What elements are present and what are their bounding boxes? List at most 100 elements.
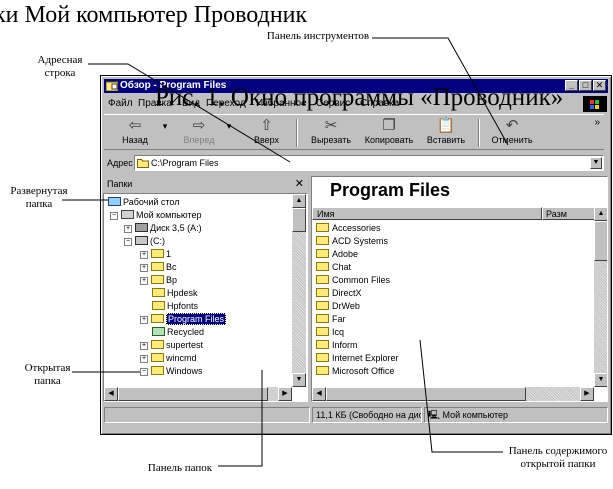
menu-file[interactable]: Файл	[108, 96, 133, 112]
expand-icon[interactable]: +	[140, 277, 148, 285]
list-item[interactable]: Icq	[316, 326, 344, 339]
maximize-button[interactable]: □	[579, 80, 592, 91]
scroll-up-icon[interactable]: ▲	[292, 194, 306, 208]
tree-node-folder[interactable]: + supertest	[140, 339, 203, 352]
folder-tree-horizontal-scrollbar[interactable]: ◀ ▶	[104, 387, 292, 401]
tree-node-my-computer[interactable]: − Мой компьютер	[110, 209, 202, 222]
toolbar-separator	[478, 119, 480, 147]
status-empty	[104, 407, 310, 423]
scroll-down-icon[interactable]: ▼	[594, 373, 607, 387]
floppy-icon	[135, 223, 148, 232]
folder-icon	[316, 366, 329, 375]
tree-node-program-files[interactable]: + Program Files	[140, 313, 227, 326]
status-location: 🖳 Мой компьютер	[424, 407, 608, 423]
tree-node-folder[interactable]: + Bp	[140, 274, 177, 287]
folder-tree: Рабочий стол − Мой компьютер + Диск 3,5 (A…	[103, 193, 308, 402]
list-item[interactable]: Far	[316, 313, 346, 326]
toolbar-overflow-icon[interactable]: »	[594, 117, 600, 128]
list-item[interactable]: Adobe	[316, 248, 358, 261]
list-item[interactable]: Inform	[316, 339, 358, 352]
collapse-icon[interactable]: −	[110, 212, 118, 220]
tree-node-folder[interactable]: + wincmd	[140, 352, 197, 365]
tree-node-folder[interactable]: + Bc	[140, 261, 177, 274]
scroll-up-icon[interactable]: ▲	[594, 207, 607, 221]
column-size[interactable]: Разм	[542, 207, 595, 220]
folder-icon	[137, 159, 149, 168]
tree-node-folder[interactable]: Hpdesk	[152, 287, 198, 300]
close-button[interactable]: ✕	[593, 80, 606, 91]
forward-dropdown-icon[interactable]: ▾	[224, 121, 234, 153]
contents-pane: Program Files Имя Разм Accessories ACD S…	[311, 176, 608, 402]
back-button[interactable]: ⇦ Назад	[110, 117, 160, 149]
collapse-icon[interactable]: −	[124, 238, 132, 246]
tree-node-desktop[interactable]: Рабочий стол	[108, 196, 180, 209]
paste-button[interactable]: 📋 Вставить	[418, 117, 474, 149]
list-item[interactable]: Internet Explorer	[316, 352, 399, 365]
list-item[interactable]: ACD Systems	[316, 235, 388, 248]
list-item[interactable]: DirectX	[316, 287, 362, 300]
expand-icon[interactable]: +	[140, 342, 148, 350]
scroll-thumb[interactable]	[594, 221, 607, 261]
tree-node-folder[interactable]: +1	[140, 248, 171, 261]
list-item[interactable]: Common Files	[316, 274, 390, 287]
folder-icon	[316, 314, 329, 323]
computer-icon: 🖳	[428, 410, 441, 420]
list-item[interactable]: Accessories	[316, 222, 381, 235]
address-bar: Адрес C:\Program Files ▼	[104, 153, 607, 173]
list-item[interactable]: DrWeb	[316, 300, 360, 313]
forward-button[interactable]: ⇨ Вперед	[174, 117, 224, 149]
scissors-icon: ✂	[324, 117, 338, 134]
scroll-thumb[interactable]	[326, 387, 526, 401]
callout-folders-pane: Панель папок	[147, 462, 213, 474]
address-dropdown-icon[interactable]: ▼	[590, 157, 602, 169]
expand-icon[interactable]: +	[140, 355, 148, 363]
up-button[interactable]: ⇧ Вверх	[244, 117, 289, 149]
list-item[interactable]: Chat	[316, 261, 351, 274]
tree-node-recycled[interactable]: Recycled	[152, 326, 204, 339]
scroll-right-icon[interactable]: ▶	[580, 387, 594, 401]
scroll-left-icon[interactable]: ◀	[312, 387, 326, 401]
contents-vertical-scrollbar[interactable]: ▲ ▼	[594, 207, 607, 387]
expand-icon[interactable]: +	[140, 316, 148, 324]
scroll-left-icon[interactable]: ◀	[104, 387, 118, 401]
address-input[interactable]: C:\Program Files ▼	[134, 155, 604, 171]
computer-icon	[121, 210, 134, 219]
callout-expanded-folder: Развернутая папка	[10, 185, 68, 210]
folder-icon	[152, 301, 165, 310]
undo-button[interactable]: ↶ Отменить	[484, 117, 540, 149]
expand-icon[interactable]: +	[140, 264, 148, 272]
undo-icon: ↶	[505, 117, 519, 134]
contents-title: Program Files	[330, 180, 451, 200]
folder-icon	[316, 301, 329, 310]
collapse-icon[interactable]: −	[140, 368, 148, 376]
expand-icon[interactable]: +	[140, 251, 148, 259]
column-name[interactable]: Имя	[312, 207, 542, 220]
expand-icon[interactable]: +	[124, 225, 132, 233]
minimize-button[interactable]: _	[565, 80, 578, 91]
column-header: Имя Разм	[312, 207, 595, 220]
address-value: C:\Program Files	[151, 158, 219, 168]
list-item[interactable]: Microsoft Office	[316, 365, 394, 378]
scroll-down-icon[interactable]: ▼	[292, 373, 306, 387]
callout-opened-folder: Открытая папка	[24, 362, 71, 387]
folder-open-icon	[151, 314, 164, 323]
tree-node-drive-c[interactable]: − (C:)	[124, 235, 165, 248]
tree-node-folder[interactable]: Hpfonts	[152, 300, 198, 313]
tree-node-floppy[interactable]: + Диск 3,5 (A:)	[124, 222, 202, 235]
tree-node-windows[interactable]: − Windows	[140, 365, 203, 378]
scroll-thumb[interactable]	[118, 387, 268, 401]
folder-tree-vertical-scrollbar[interactable]: ▲ ▼	[292, 194, 306, 387]
callout-toolbar: Панель инструментов	[266, 30, 370, 42]
scroll-thumb[interactable]	[292, 208, 306, 232]
folders-pane-close-icon[interactable]: ✕	[295, 176, 304, 193]
folder-icon	[152, 288, 165, 297]
folder-icon	[316, 249, 329, 258]
copy-button[interactable]: ❐ Копировать	[360, 117, 418, 149]
toolbar-separator	[296, 119, 298, 147]
up-folder-icon: ⇧	[260, 117, 273, 134]
contents-horizontal-scrollbar[interactable]: ◀ ▶	[312, 387, 594, 401]
scroll-right-icon[interactable]: ▶	[278, 387, 292, 401]
folder-icon	[151, 249, 164, 258]
back-dropdown-icon[interactable]: ▾	[160, 121, 170, 153]
cut-button[interactable]: ✂ Вырезать	[302, 117, 360, 149]
